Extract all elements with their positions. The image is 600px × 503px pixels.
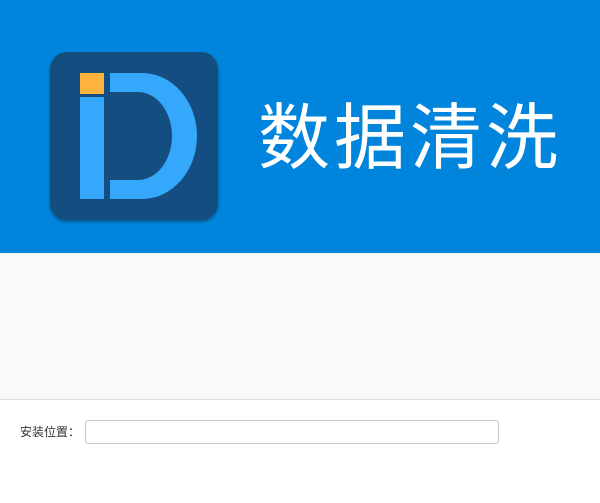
id-logo-icon [80, 73, 197, 199]
app-title: 数据清洗 [258, 96, 563, 180]
install-location-label: 安装位置： [20, 425, 81, 439]
logo-accent-square [80, 73, 104, 94]
logo-letter-i [80, 97, 104, 199]
header-banner: 数据清洗 [0, 0, 600, 253]
installer-window: 数据清洗 安装位置： [0, 0, 600, 503]
install-location-input[interactable] [85, 420, 499, 444]
logo-letter-d [110, 73, 197, 199]
app-logo [50, 52, 218, 220]
content-area [0, 253, 600, 399]
install-panel [0, 400, 600, 503]
